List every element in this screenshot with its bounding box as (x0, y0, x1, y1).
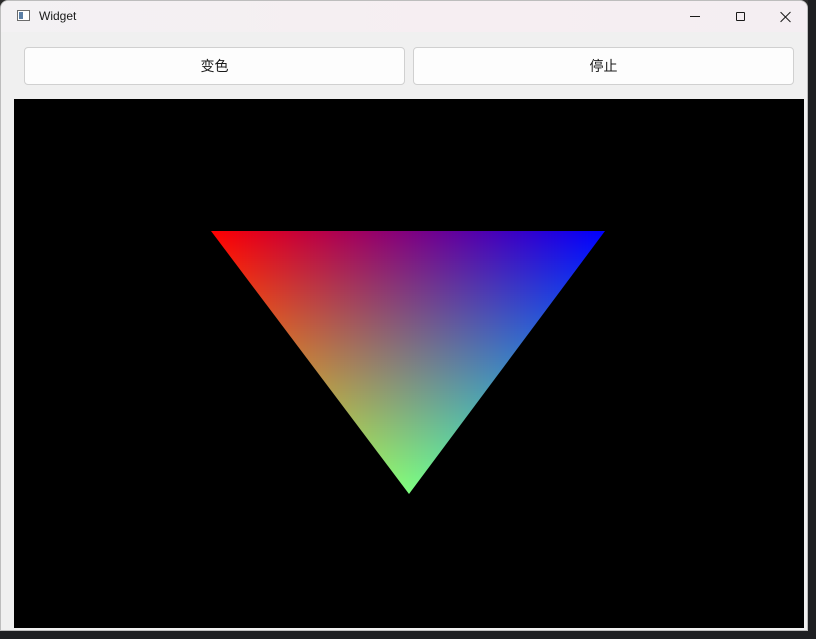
triangle-green-fill (211, 231, 605, 494)
maximize-button[interactable] (717, 1, 763, 32)
gl-canvas (211, 231, 605, 494)
app-window: Widget 变色 停止 (0, 0, 808, 631)
app-window-icon (17, 10, 30, 21)
close-icon (780, 11, 792, 23)
close-button[interactable] (763, 1, 807, 32)
minimize-button[interactable] (672, 1, 718, 32)
minimize-icon (690, 16, 700, 17)
change-color-button[interactable]: 变色 (24, 47, 405, 85)
taskbar-strip (0, 630, 816, 639)
maximize-icon (735, 12, 745, 21)
desktop-background (808, 0, 816, 639)
title-bar[interactable]: Widget (1, 1, 807, 32)
opengl-view[interactable] (14, 99, 804, 628)
stop-button[interactable]: 停止 (413, 47, 794, 85)
window-title: Widget (39, 9, 77, 23)
